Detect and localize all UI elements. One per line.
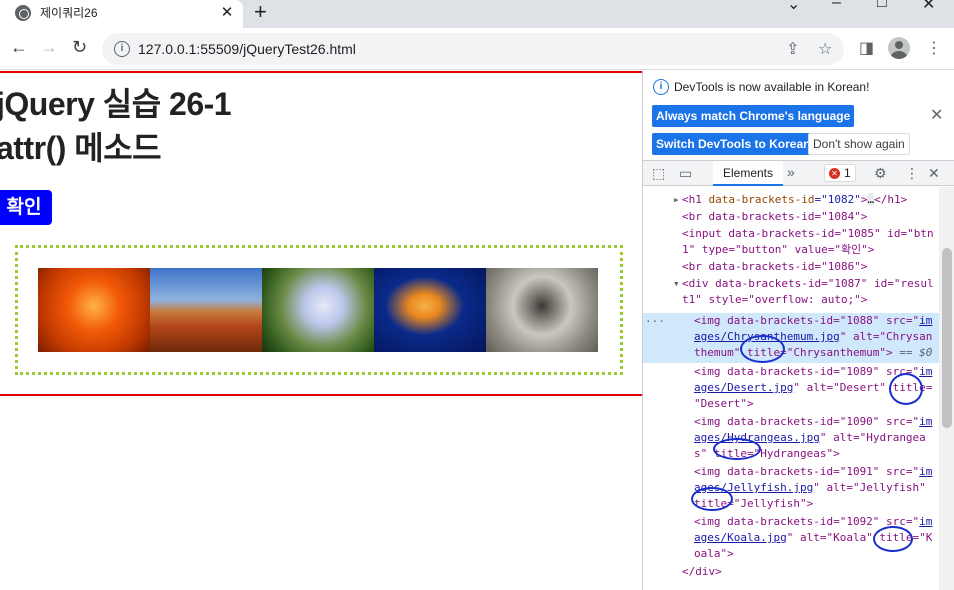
browser-tab[interactable]: 제이쿼리26 ✕	[0, 0, 243, 28]
code-line[interactable]: <img data-brackets-id="1088" src="im	[694, 313, 932, 329]
code-line[interactable]: <input data-brackets-id="1085" id="btn	[682, 226, 934, 242]
minimize-icon[interactable]: –	[832, 0, 841, 12]
new-tab-button[interactable]: +	[254, 0, 267, 25]
error-count: 1	[844, 166, 851, 180]
tab-search-chevron-icon[interactable]: ⌄	[787, 0, 800, 14]
window-close-icon[interactable]: ✕	[922, 0, 935, 14]
close-devtools-icon[interactable]: ✕	[928, 165, 940, 182]
result-container	[15, 245, 623, 375]
hydrangeas-image	[262, 268, 374, 352]
chrysanthemum-image	[38, 268, 150, 352]
dont-show-again-button[interactable]: Don't show again	[808, 133, 910, 155]
device-toolbar-icon[interactable]: ▭	[679, 165, 692, 182]
error-badge[interactable]: ✕ 1	[824, 164, 856, 182]
switch-to-korean-button[interactable]: Switch DevTools to Korean	[652, 133, 815, 155]
code-line[interactable]: themum" title="Chrysanthemum"> == $0	[694, 345, 932, 361]
annotation-circle	[873, 526, 913, 552]
code-line[interactable]: "Desert">	[694, 396, 754, 412]
forward-arrow-icon[interactable]: →	[40, 37, 58, 58]
code-line[interactable]: <img data-brackets-id="1090" src="im	[694, 414, 932, 430]
always-match-language-button[interactable]: Always match Chrome's language	[652, 105, 855, 127]
settings-gear-icon[interactable]: ⚙	[874, 165, 887, 182]
maximize-icon[interactable]: □	[877, 0, 887, 12]
globe-icon	[15, 5, 31, 21]
back-arrow-icon[interactable]: ←	[10, 37, 28, 58]
annotation-circle	[889, 373, 923, 405]
elements-tree[interactable]: ▸ <h1 data-brackets-id="1082">…</h1> <br…	[643, 187, 939, 590]
browser-toolbar: ← → ↻ i 127.0.0.1:55509/jQueryTest26.htm…	[0, 28, 954, 70]
error-icon: ✕	[829, 168, 840, 179]
jellyfish-image	[374, 268, 486, 352]
profile-avatar[interactable]	[888, 37, 910, 59]
code-line[interactable]: <h1 data-brackets-id="1082">…</h1>	[682, 192, 907, 208]
share-icon[interactable]: ⇪	[786, 39, 799, 59]
bookmark-star-icon[interactable]: ☆	[818, 39, 832, 59]
menu-kebab-icon[interactable]: ⋮	[926, 38, 942, 58]
red-divider-bottom	[0, 394, 642, 396]
close-tab-icon[interactable]: ✕	[218, 3, 236, 21]
site-info-icon[interactable]: i	[114, 41, 130, 57]
code-line[interactable]: oala">	[694, 546, 734, 562]
more-tabs-icon[interactable]: »	[787, 164, 795, 180]
reload-icon[interactable]: ↻	[72, 37, 87, 58]
code-line[interactable]: </div>	[682, 564, 722, 580]
page-heading-title: jQuery 실습 26-1	[0, 86, 232, 122]
annotation-circle	[713, 438, 761, 460]
code-line[interactable]: 1" type="button" value="확인">	[682, 242, 874, 258]
expand-triangle-icon[interactable]: ▸	[673, 192, 680, 208]
page-heading-subtitle: attr() 메소드	[0, 130, 162, 166]
red-divider-top	[0, 71, 642, 73]
devtools-panel: i DevTools is now available in Korean! A…	[642, 71, 954, 590]
close-notice-icon[interactable]: ✕	[930, 105, 943, 125]
devtools-menu-icon[interactable]: ⋮	[905, 165, 919, 182]
code-line[interactable]: ages/Chrysanthemum.jpg" alt="Chrysan	[694, 329, 932, 345]
devtools-tab-bar: ⬚ ▭ Elements » ✕ 1 ⚙ ⋮ ✕	[643, 160, 954, 186]
side-panel-icon[interactable]: ◨	[859, 38, 874, 58]
code-line[interactable]: <br data-brackets-id="1086">	[682, 259, 867, 275]
code-line[interactable]: <br data-brackets-id="1084">	[682, 209, 867, 225]
desert-image	[150, 268, 262, 352]
tab-title: 제이쿼리26	[40, 6, 98, 20]
koala-image	[486, 268, 598, 352]
info-icon: i	[653, 79, 669, 95]
devtools-notice: DevTools is now available in Korean!	[674, 80, 870, 94]
annotation-circle	[691, 487, 733, 511]
url-text[interactable]: 127.0.0.1:55509/jQueryTest26.html	[138, 41, 356, 57]
collapse-triangle-icon[interactable]: ▾	[673, 276, 680, 292]
inspect-element-icon[interactable]: ⬚	[652, 165, 665, 182]
code-line[interactable]: <img data-brackets-id="1091" src="im	[694, 464, 932, 480]
annotation-circle	[740, 335, 785, 363]
tab-elements[interactable]: Elements	[713, 161, 783, 186]
node-ellipsis[interactable]: ...	[645, 311, 665, 327]
address-bar[interactable]: i 127.0.0.1:55509/jQueryTest26.html ⇪ ☆	[102, 33, 844, 65]
code-line[interactable]: <div data-brackets-id="1087" id="resul	[682, 276, 934, 292]
web-page: jQuery 실습 26-1 attr() 메소드 확인	[0, 71, 642, 590]
tab-strip: 제이쿼리26 ✕ + ⌄ – □ ✕	[0, 0, 954, 28]
confirm-button[interactable]: 확인	[0, 190, 52, 225]
scrollbar-thumb[interactable]	[942, 248, 952, 428]
code-line[interactable]: t1" style="overflow: auto;">	[682, 292, 867, 308]
